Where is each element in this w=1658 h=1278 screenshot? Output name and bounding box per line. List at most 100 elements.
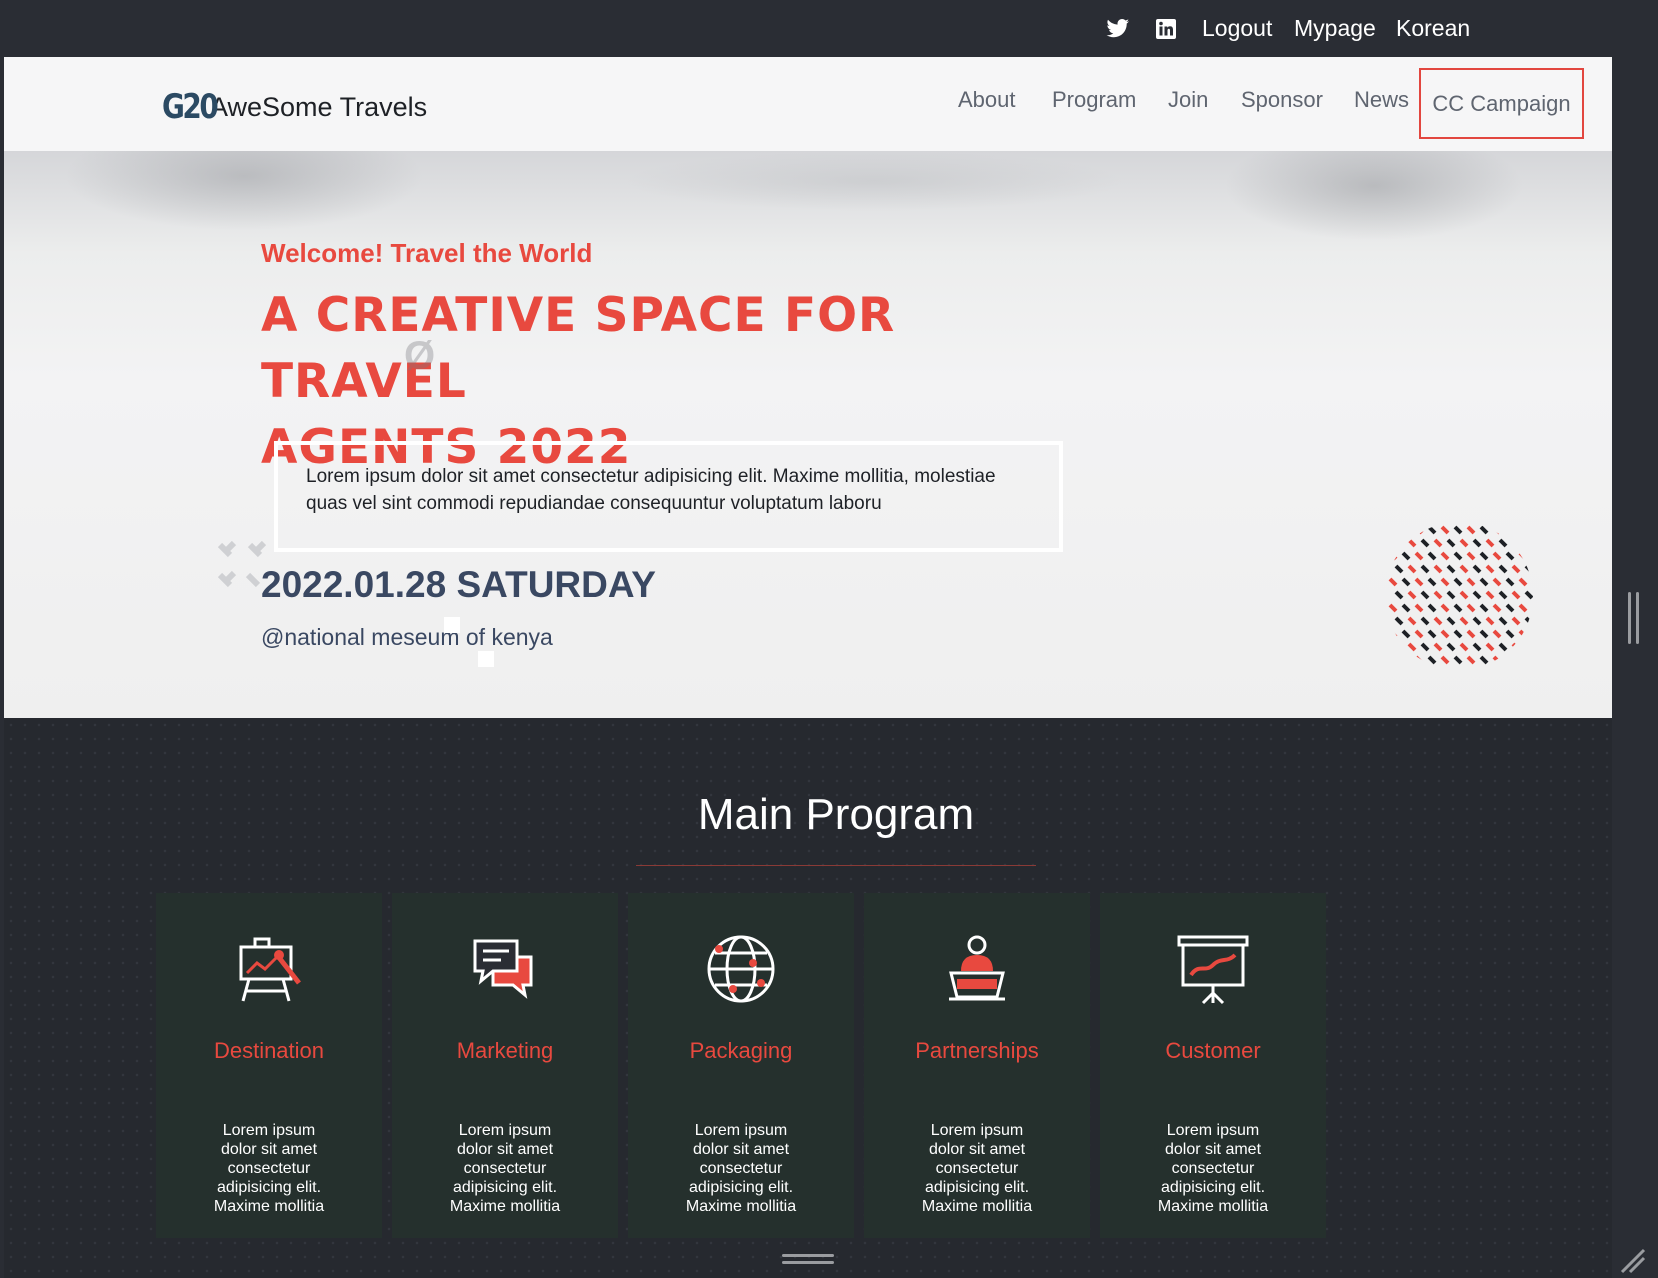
- horizontal-resize-handle[interactable]: [782, 1261, 834, 1264]
- logout-link[interactable]: Logout: [1202, 0, 1272, 57]
- decorative-dot: [1472, 616, 1482, 626]
- decorative-dot: [1485, 590, 1495, 600]
- decorative-dot: [1453, 525, 1463, 535]
- decorative-dot: [1472, 564, 1482, 574]
- decorative-dot: [1440, 655, 1450, 665]
- twitter-icon[interactable]: [1106, 0, 1130, 57]
- decorative-dot: [1492, 577, 1502, 587]
- decorative-dot: [1420, 538, 1430, 548]
- decorative-dot: [1511, 564, 1521, 574]
- hero-welcome: Welcome! Travel the World: [261, 238, 593, 268]
- program-card-partnerships[interactable]: Partnerships Lorem ipsum dolor sit amet …: [864, 893, 1090, 1238]
- decorative-dot: [1472, 590, 1482, 600]
- program-card-destination[interactable]: Destination Lorem ipsum dolor sit amet c…: [156, 893, 382, 1238]
- decorative-dot: [1388, 655, 1398, 665]
- decorative-dot: [1427, 629, 1437, 639]
- decorative-dot: [1453, 629, 1463, 639]
- nav-cc-campaign[interactable]: CC Campaign: [1419, 68, 1584, 139]
- decorative-dot: [1427, 655, 1437, 665]
- decorative-dot: [1511, 590, 1521, 600]
- vertical-resize-handle[interactable]: [1636, 592, 1639, 644]
- decorative-dot: [1518, 551, 1528, 561]
- decorative-dot: [1388, 551, 1398, 561]
- card-description: Lorem ipsum dolor sit amet consectetur a…: [213, 1122, 325, 1215]
- hero-section: Welcome! Travel the World A CREATIVE SPA…: [4, 151, 1612, 718]
- decorative-dot: [1505, 577, 1515, 587]
- decorative-dot: [1466, 577, 1476, 587]
- decorative-dot: [1459, 538, 1469, 548]
- decorative-dot: [1492, 525, 1502, 535]
- program-card-customer[interactable]: Customer Lorem ipsum dolor sit amet cons…: [1100, 893, 1326, 1238]
- decorative-dot: [1388, 603, 1398, 613]
- decorative-dot: [1498, 642, 1508, 652]
- decorative-dot: [1498, 616, 1508, 626]
- card-description: Lorem ipsum dolor sit amet consectetur a…: [921, 1122, 1033, 1215]
- decorative-dot: [1505, 603, 1515, 613]
- decorative-dot: [1505, 629, 1515, 639]
- decorative-dot: [1492, 551, 1502, 561]
- decorative-dot: [1518, 603, 1528, 613]
- decorative-dot: [1479, 603, 1489, 613]
- main-program-section: Main Program Destination Lorem ipsum dol…: [4, 718, 1612, 1278]
- decorative-dot: [1420, 642, 1430, 652]
- decorative-dot: [1485, 564, 1495, 574]
- decorative-dot: [1440, 603, 1450, 613]
- decorative-dot: [1433, 538, 1443, 548]
- linkedin-icon[interactable]: [1156, 0, 1176, 57]
- decorative-dot: [1485, 538, 1495, 548]
- decorative-dot: [1394, 616, 1404, 626]
- decorative-dot: [1440, 525, 1450, 535]
- program-card-marketing[interactable]: Marketing Lorem ipsum dolor sit amet con…: [392, 893, 618, 1238]
- decorative-dot: [1401, 577, 1411, 587]
- decorative-dot: [1446, 616, 1456, 626]
- site-logo[interactable]: G20 AweSome Travels: [162, 87, 427, 127]
- nav-news[interactable]: News: [1354, 87, 1409, 113]
- decorative-dot: [1524, 538, 1533, 548]
- decorative-dot: [1479, 551, 1489, 561]
- card-title: Partnerships: [915, 1038, 1039, 1063]
- hero-intro-text: Lorem ipsum dolor sit amet consectetur a…: [306, 466, 996, 514]
- hero-intro-box: Lorem ipsum dolor sit amet consectetur a…: [274, 441, 1063, 552]
- nav-join[interactable]: Join: [1168, 87, 1208, 113]
- event-venue: @national meseum of kenya: [261, 624, 553, 650]
- decorative-dot: [1459, 564, 1469, 574]
- vertical-resize-handle[interactable]: [1628, 592, 1631, 644]
- decorative-square: [478, 651, 494, 667]
- decorative-dot: [1518, 577, 1528, 587]
- decorative-dot: [1505, 525, 1515, 535]
- decorative-dot: [1407, 590, 1417, 600]
- mypage-link[interactable]: Mypage: [1294, 0, 1376, 57]
- hero-headline-line1: A CREATIVE SPACE FOR TRAVEL: [261, 288, 896, 409]
- card-title: Marketing: [456, 1038, 554, 1063]
- horizontal-resize-handle[interactable]: [782, 1254, 834, 1257]
- korean-language-link[interactable]: Korean: [1396, 0, 1470, 57]
- decorative-dot: [1479, 525, 1489, 535]
- decorative-dot: [1505, 551, 1515, 561]
- decorative-dot: [1401, 551, 1411, 561]
- decorative-dot: [1414, 577, 1424, 587]
- decorative-dot: [1492, 629, 1502, 639]
- decorative-dot: [1401, 629, 1411, 639]
- decorative-dot: [1524, 616, 1533, 626]
- decorative-dot: [1394, 538, 1404, 548]
- decorative-dot: [1427, 603, 1437, 613]
- nav-about[interactable]: About: [958, 87, 1016, 113]
- decorative-dot: [1388, 577, 1398, 587]
- decorative-dot: [1472, 642, 1482, 652]
- decorative-dot: [1479, 629, 1489, 639]
- decorative-zero-glyph: Ø: [404, 334, 436, 378]
- hero-background-shape: [64, 151, 424, 231]
- decorative-dot: [1492, 603, 1502, 613]
- program-card-packaging[interactable]: Packaging Lorem ipsum dolor sit amet con…: [628, 893, 854, 1238]
- nav-program[interactable]: Program: [1052, 87, 1136, 113]
- page-frame: G20 AweSome Travels About Program Join S…: [4, 57, 1612, 1278]
- decorative-dot: [1440, 551, 1450, 561]
- decorative-dot: [1414, 525, 1424, 535]
- nav-sponsor[interactable]: Sponsor: [1241, 87, 1323, 113]
- decorative-dot: [1511, 538, 1521, 548]
- decorative-dot: [1407, 642, 1417, 652]
- resize-corner-icon[interactable]: [1620, 1248, 1646, 1274]
- decorative-dot: [1407, 564, 1417, 574]
- decorative-dot: [1446, 538, 1456, 548]
- decorative-dot: [1498, 564, 1508, 574]
